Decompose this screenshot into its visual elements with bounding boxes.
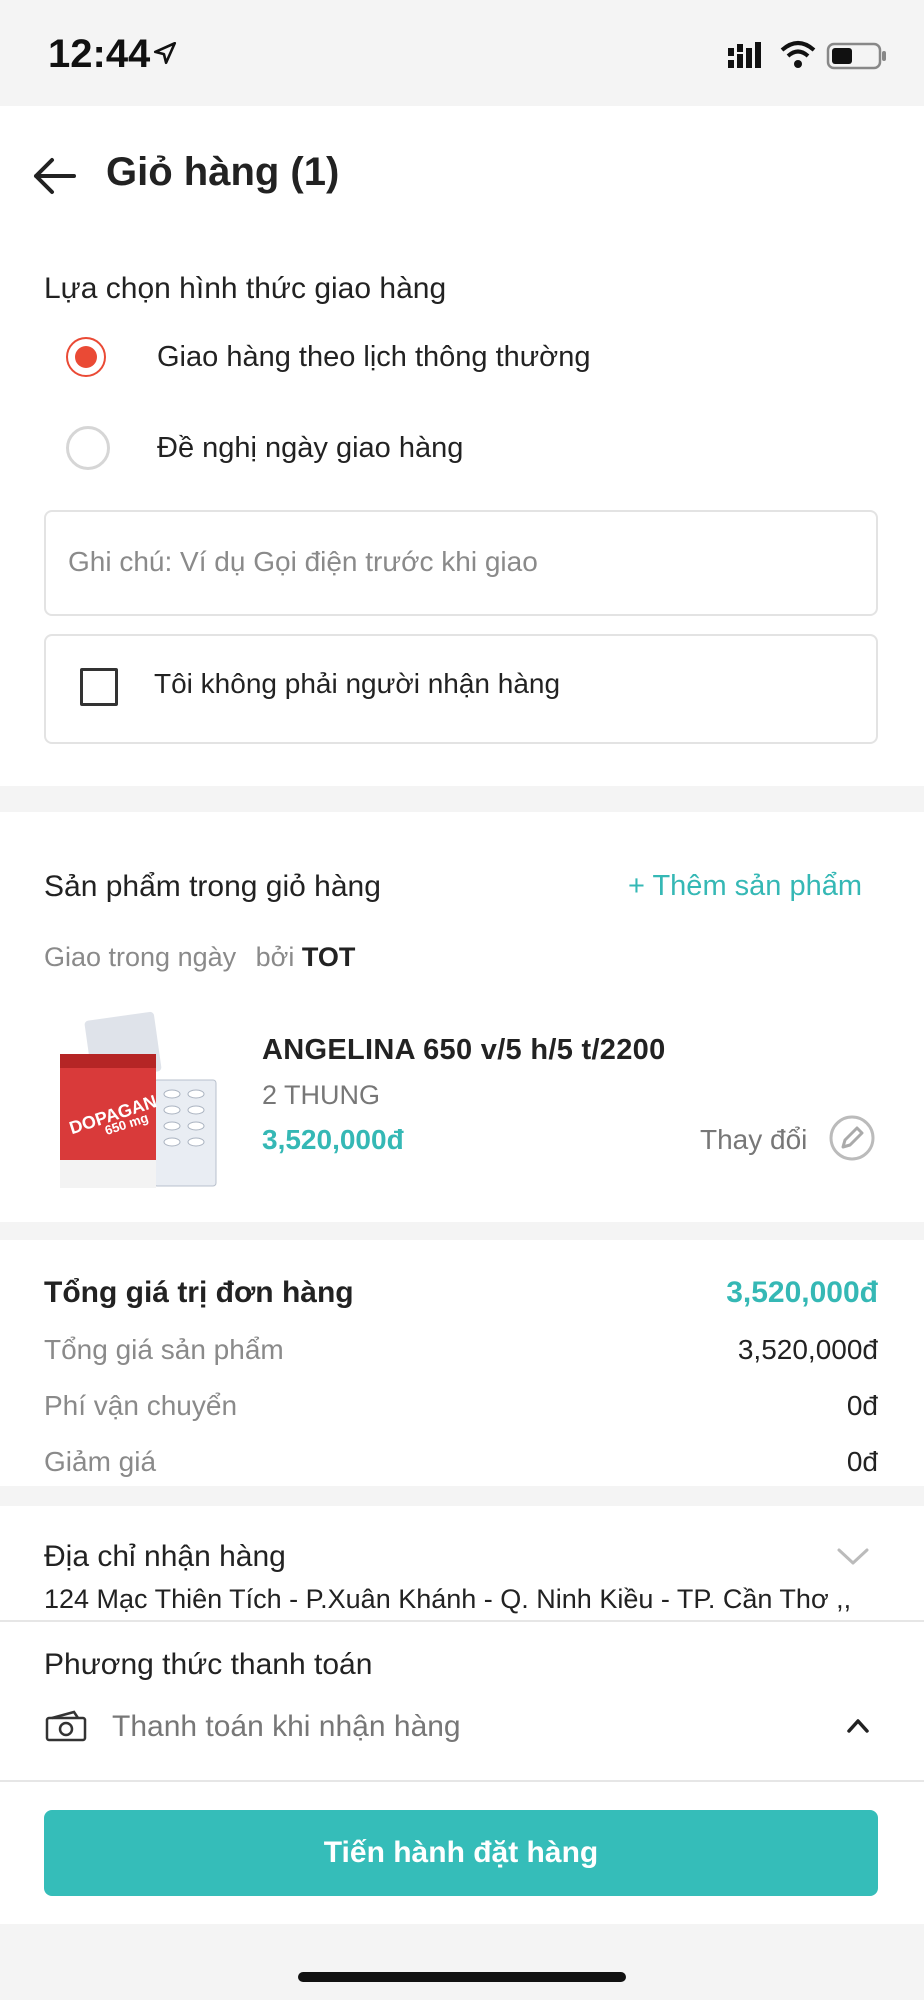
payment-method-card <box>0 1620 924 1780</box>
address-title: Địa chỉ nhận hàng <box>44 1540 286 1573</box>
cash-icon <box>45 1710 87 1742</box>
subtotal-label: Tổng giá sản phẩm <box>44 1334 284 1365</box>
place-order-button[interactable]: Tiến hành đặt hàng <box>44 1810 878 1896</box>
delivery-option-label: Đề nghị ngày giao hàng <box>157 432 464 464</box>
discount-value: 0đ <box>846 1446 878 1477</box>
note-input[interactable]: Ghi chú: Ví dụ Gọi điện trước khi giao <box>44 510 878 616</box>
page-title: Giỏ hàng (1) <box>106 150 340 194</box>
note-placeholder: Ghi chú: Ví dụ Gọi điện trước khi giao <box>68 546 538 577</box>
discount-label: Giảm giá <box>44 1446 157 1477</box>
not-recipient-label: Tôi không phải người nhận hàng <box>154 668 561 699</box>
product-image[interactable]: DOPAGAN 650 mg <box>58 1010 218 1190</box>
delivery-info: Giao trong ngày bởi TOT <box>44 942 355 973</box>
chevron-down-icon[interactable] <box>836 1546 870 1568</box>
shipping-fee-value: 0đ <box>846 1390 878 1421</box>
cart-products-title: Sản phẩm trong giỏ hàng <box>44 870 381 903</box>
back-arrow-icon[interactable] <box>30 154 78 198</box>
delivery-window: Giao trong ngày <box>44 942 237 972</box>
not-recipient-option[interactable]: Tôi không phải người nhận hàng <box>44 634 878 744</box>
status-time: 12:44 <box>48 32 151 76</box>
chevron-up-icon[interactable] <box>846 1716 870 1734</box>
battery-icon <box>826 42 886 70</box>
order-total-label: Tổng giá trị đơn hàng <box>44 1276 354 1309</box>
subtotal-value: 3,520,000đ <box>737 1334 878 1365</box>
delivery-option-regular[interactable]: Giao hàng theo lịch thông thường <box>66 337 826 383</box>
location-arrow-icon <box>153 41 177 65</box>
product-price: 3,520,000đ <box>262 1124 404 1155</box>
delivery-option-label: Giao hàng theo lịch thông thường <box>157 341 591 373</box>
home-indicator <box>298 1972 626 1982</box>
delivery-option-request-date[interactable]: Đề nghị ngày giao hàng <box>66 426 826 472</box>
product-unit: 2 THUNG <box>262 1080 381 1110</box>
not-recipient-checkbox[interactable] <box>80 668 118 706</box>
seller-name: TOT <box>301 942 356 972</box>
delivery-method-title: Lựa chọn hình thức giao hàng <box>44 272 447 305</box>
radio-selected[interactable] <box>66 337 106 377</box>
wifi-icon <box>780 41 816 68</box>
order-total-value: 3,520,000đ <box>726 1276 878 1309</box>
payment-method-value[interactable]: Thanh toán khi nhận hàng <box>112 1710 461 1744</box>
payment-title: Phương thức thanh toán <box>44 1648 373 1681</box>
add-product-link[interactable]: + Thêm sản phẩm <box>628 870 862 903</box>
radio-unselected[interactable] <box>66 426 110 470</box>
seller-by-label: bởi <box>255 942 295 972</box>
edit-pencil-icon[interactable] <box>828 1114 876 1162</box>
product-name[interactable]: ANGELINA 650 v/5 h/5 t/2200 <box>262 1034 666 1067</box>
address-value: 124 Mạc Thiên Tích - P.Xuân Khánh - Q. N… <box>44 1584 852 1614</box>
change-label[interactable]: Thay đổi <box>700 1124 807 1156</box>
cellular-signal-icon <box>728 42 761 68</box>
shipping-fee-label: Phí vận chuyển <box>44 1390 238 1421</box>
